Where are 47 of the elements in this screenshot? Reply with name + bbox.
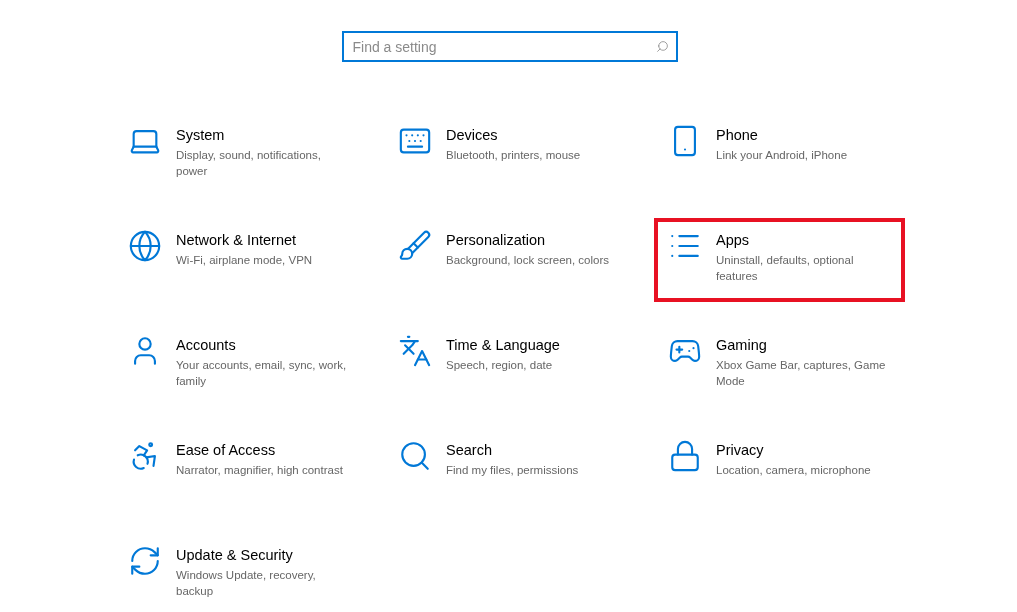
padlock-icon (668, 439, 702, 473)
settings-category[interactable]: Time & Language Speech, region, date (384, 323, 635, 407)
settings-category[interactable]: Privacy Location, camera, microphone (654, 428, 905, 512)
settings-category[interactable]: System Display, sound, notifications, power (114, 113, 365, 197)
refresh-icon (128, 544, 162, 578)
category-description: Link your Android, iPhone (716, 148, 849, 163)
settings-category[interactable]: Personalization Background, lock screen, colors (384, 218, 635, 302)
category-title: Phone (716, 126, 759, 145)
category-title: Accounts (176, 336, 237, 355)
category-title: Ease of Access (176, 441, 277, 460)
category-description: Uninstall, defaults, optional features (716, 253, 855, 284)
settings-category[interactable]: Ease of Access Narrator, magnifier, high contrast (114, 428, 365, 512)
settings-category[interactable]: Apps Uninstall, defaults, optional features (654, 218, 905, 302)
settings-category[interactable]: Gaming Xbox Game Bar, captures, Game Mode (654, 323, 905, 407)
category-title: Devices (446, 126, 499, 145)
category-description: Your accounts, email, sync, work, family (176, 358, 348, 389)
category-description: Xbox Game Bar, captures, Game Mode (716, 358, 887, 389)
settings-category[interactable]: Update & Security Windows Update, recovery, backup (114, 533, 365, 612)
settings-category[interactable]: Network & Internet Wi-Fi, airplane mode, VPN (114, 218, 365, 302)
category-description: Narrator, magnifier, high contrast (176, 463, 344, 478)
settings-category[interactable]: Phone Link your Android, iPhone (654, 113, 905, 197)
globe-icon (128, 229, 162, 263)
settings-category[interactable]: Search Find my files, permissions (384, 428, 635, 512)
language-icon (398, 334, 432, 368)
category-title: Personalization (446, 231, 547, 250)
category-title: Privacy (716, 441, 765, 460)
category-title: Time & Language (446, 336, 561, 355)
search-icon (398, 439, 432, 473)
category-title: Gaming (716, 336, 768, 355)
category-description: Find my files, permissions (446, 463, 580, 478)
search-field[interactable]: Find a setting (341, 31, 678, 62)
category-description: Display, sound, notifications, power (176, 148, 322, 179)
search-icon (655, 40, 669, 53)
category-description: Windows Update, recovery, backup (176, 568, 317, 599)
category-title: Search (446, 441, 493, 460)
category-title: System (176, 126, 226, 145)
category-description: Bluetooth, printers, mouse (446, 148, 582, 163)
category-description: Location, camera, microphone (716, 463, 872, 478)
category-title: Update & Security (176, 546, 294, 565)
category-title: Apps (716, 231, 751, 250)
category-title: Network & Internet (176, 231, 298, 250)
category-description: Wi-Fi, airplane mode, VPN (176, 253, 314, 268)
category-description: Background, lock screen, colors (446, 253, 610, 268)
settings-category[interactable]: Accounts Your accounts, email, sync, work, family (114, 323, 365, 407)
category-description: Speech, region, date (446, 358, 554, 373)
settings-category[interactable]: Devices Bluetooth, printers, mouse (384, 113, 635, 197)
paintbrush-icon (398, 229, 432, 263)
